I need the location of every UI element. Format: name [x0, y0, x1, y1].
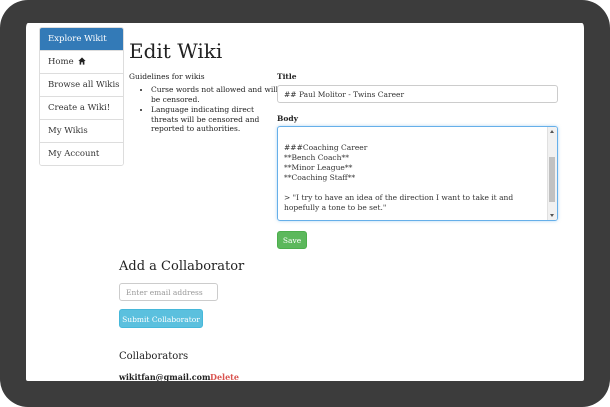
sidebar-nav: Explore Wikit Home Browse all Wikis Crea… [39, 27, 124, 166]
guideline-item: Language indicating direct threats will … [151, 105, 281, 134]
scroll-thumb[interactable] [549, 157, 555, 202]
sidebar-item-label: My Account [48, 149, 100, 159]
sidebar-item-browse-all-wikis[interactable]: Browse all Wikis [40, 73, 123, 96]
collaborators-heading: Collaborators [119, 351, 189, 362]
sidebar-item-home[interactable]: Home [40, 50, 123, 73]
home-icon [78, 57, 86, 65]
sidebar-item-label: Home [48, 57, 74, 67]
page-title: Edit Wiki [129, 39, 223, 63]
body-text: ###Coaching Career **Bench Coach** **Min… [284, 143, 514, 212]
collaborator-email-input[interactable]: Enter email address [119, 283, 218, 301]
sidebar-item-my-account[interactable]: My Account [40, 142, 123, 165]
delete-collaborator-link[interactable]: Delete [210, 372, 239, 381]
sidebar-item-explore-wikit[interactable]: Explore Wikit [40, 28, 123, 50]
save-button[interactable]: Save [277, 231, 307, 249]
sidebar-item-label: Browse all Wikis [48, 80, 120, 90]
body-textarea[interactable]: ###Coaching Career **Bench Coach** **Min… [277, 126, 558, 221]
title-input[interactable]: ## Paul Molitor - Twins Career [277, 85, 558, 103]
title-label: Title [277, 72, 297, 81]
sidebar-item-my-wikis[interactable]: My Wikis [40, 119, 123, 142]
page-content: Explore Wikit Home Browse all Wikis Crea… [39, 27, 584, 382]
scroll-up-icon[interactable] [550, 130, 554, 133]
submit-collaborator-button[interactable]: Submit Collaborator [119, 309, 203, 328]
device-frame: Explore Wikit Home Browse all Wikis Crea… [0, 0, 610, 407]
scroll-down-icon[interactable] [550, 214, 554, 217]
guideline-item: Curse words not allowed and will be cens… [151, 85, 281, 104]
textarea-scrollbar[interactable] [547, 127, 557, 220]
sidebar-item-label: Create a Wiki! [48, 103, 111, 113]
body-label: Body [277, 114, 298, 123]
sidebar-item-label: Explore Wikit [48, 34, 107, 44]
guidelines-title: Guidelines for wikis [129, 72, 205, 81]
sidebar-item-create-wiki[interactable]: Create a Wiki! [40, 96, 123, 119]
sidebar-item-label: My Wikis [48, 126, 88, 136]
collaborator-email: wikitfan@gmail.com [119, 372, 211, 382]
guidelines-list: Curse words not allowed and will be cens… [139, 85, 281, 135]
add-collaborator-heading: Add a Collaborator [119, 259, 245, 274]
